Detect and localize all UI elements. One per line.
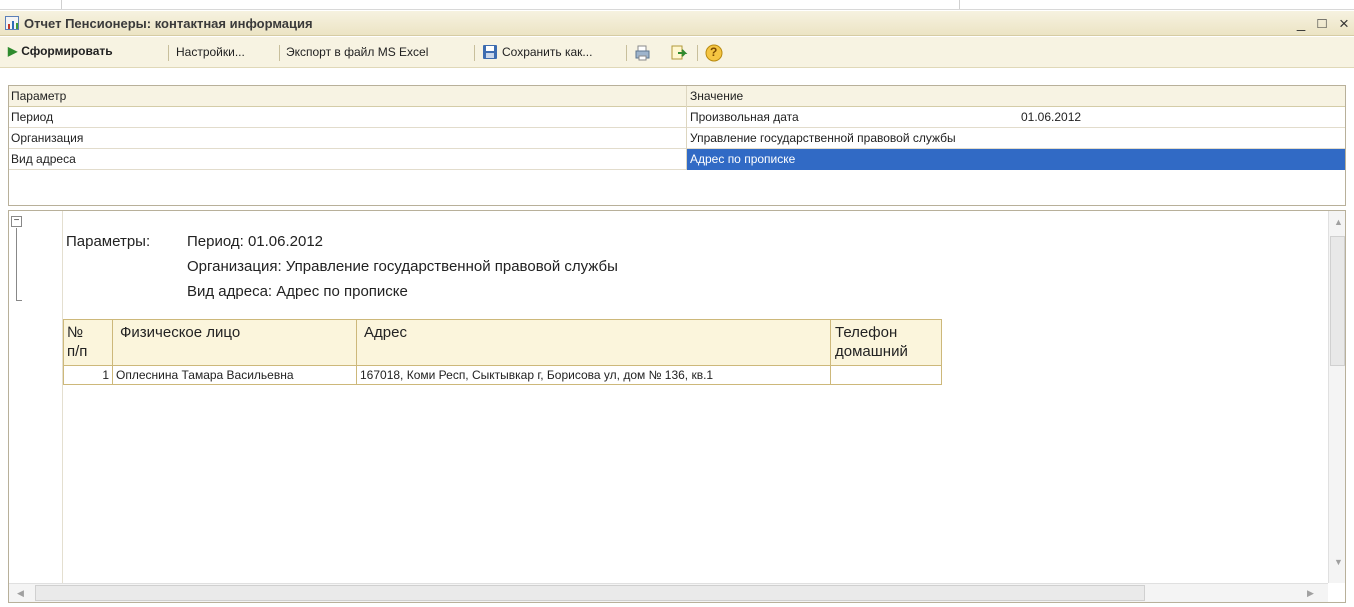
table-cell-num[interactable]: 1 xyxy=(63,366,113,385)
header-address: Адрес xyxy=(356,319,831,366)
export-icon[interactable] xyxy=(670,44,688,62)
help-icon[interactable]: ? xyxy=(705,44,723,62)
maximize-button[interactable]: □ xyxy=(1313,15,1331,33)
toolbar-separator xyxy=(279,45,280,61)
strip-cell xyxy=(0,0,62,9)
table-cell-address[interactable]: 167018, Коми Респ, Сыктывкар г, Борисова… xyxy=(356,366,831,385)
param-value[interactable]: Произвольная дата xyxy=(690,110,799,124)
report-output: − Параметры: Период: 01.06.2012 Организа… xyxy=(8,210,1346,603)
play-icon: ▶ xyxy=(8,44,18,58)
scroll-left-icon[interactable]: ◀ xyxy=(17,588,24,599)
header-phone: Телефон домашний xyxy=(830,319,942,366)
vertical-scroll-thumb[interactable] xyxy=(1330,236,1345,366)
horizontal-scroll-thumb[interactable] xyxy=(35,585,1145,601)
param-row-address-type[interactable]: Вид адреса Адрес по прописке xyxy=(9,149,1345,170)
toolbar-separator xyxy=(626,45,627,61)
toolbar: ▶ Сформировать Настройки... Экспорт в фай… xyxy=(0,37,1354,68)
report-icon xyxy=(5,16,19,30)
settings-button[interactable]: Настройки... xyxy=(176,45,245,59)
scroll-up-icon[interactable]: ▲ xyxy=(1334,217,1343,227)
table-cell-person[interactable]: Оплеснина Тамара Васильевна xyxy=(112,366,357,385)
horizontal-scrollbar[interactable]: ◀ ▶ xyxy=(9,583,1328,602)
export-excel-button[interactable]: Экспорт в файл MS Excel xyxy=(286,45,428,59)
run-label: Сформировать xyxy=(21,44,113,58)
window-titlebar: Отчет Пенсионеры: контактная информация … xyxy=(0,11,1354,36)
value-column-header: Значение xyxy=(690,89,744,103)
row-num: 1 xyxy=(102,368,109,382)
report-param-line: Период: 01.06.2012 xyxy=(187,233,324,250)
group-bracket xyxy=(16,228,22,301)
param-column-header: Параметр xyxy=(11,89,67,103)
header-person: Физическое лицо xyxy=(112,319,357,366)
strip-cell xyxy=(62,0,960,9)
header-person-label: Физическое лицо xyxy=(120,324,241,341)
row-address: 167018, Коми Респ, Сыктывкар г, Борисова… xyxy=(360,368,714,382)
param-name: Организация xyxy=(11,131,84,145)
row-person: Оплеснина Тамара Васильевна xyxy=(116,368,294,382)
window-title: Отчет Пенсионеры: контактная информация xyxy=(24,16,313,31)
param-row-organization[interactable]: Организация Управление государственной п… xyxy=(9,128,1345,149)
grouping-gutter: − xyxy=(9,211,63,583)
param-date-value[interactable]: 01.06.2012 xyxy=(1021,110,1081,124)
toolbar-separator xyxy=(474,45,475,61)
floppy-disk-icon[interactable] xyxy=(482,44,500,62)
column-separator xyxy=(686,107,687,128)
help-label: ? xyxy=(710,45,718,59)
param-name: Период xyxy=(11,110,54,124)
parameters-table: Параметр Значение Период Произвольная да… xyxy=(8,85,1346,206)
report-params-label: Параметры: xyxy=(66,233,151,250)
header-num-label: № п/п xyxy=(67,324,88,360)
scroll-right-icon[interactable]: ▶ xyxy=(1307,588,1314,599)
run-button[interactable]: ▶ Сформировать xyxy=(8,44,113,58)
printer-icon[interactable] xyxy=(634,44,652,62)
param-value[interactable]: Адрес по прописке xyxy=(690,152,795,166)
scroll-down-icon[interactable]: ▼ xyxy=(1334,557,1343,567)
header-phone-label: Телефон домашний xyxy=(835,324,908,360)
column-separator xyxy=(686,149,687,170)
toolbar-separator xyxy=(168,45,169,61)
param-name: Вид адреса xyxy=(11,152,76,166)
parameters-header-row: Параметр Значение xyxy=(9,86,1345,107)
column-separator xyxy=(686,128,687,149)
toolbar-separator xyxy=(697,45,698,61)
close-button[interactable]: × xyxy=(1335,15,1353,33)
minimize-button[interactable]: _ xyxy=(1292,15,1310,33)
column-separator xyxy=(686,86,687,107)
top-strip xyxy=(0,0,1354,10)
report-param-line: Организация: Управление государственной … xyxy=(187,258,618,275)
table-cell-phone[interactable] xyxy=(830,366,942,385)
collapse-icon[interactable]: − xyxy=(11,216,22,227)
save-as-button[interactable]: Сохранить как... xyxy=(502,45,592,59)
param-row-period[interactable]: Период Произвольная дата 01.06.2012 xyxy=(9,107,1345,128)
param-value[interactable]: Управление государственной правовой служ… xyxy=(690,131,956,145)
vertical-scrollbar[interactable]: ▲ ▼ xyxy=(1328,211,1345,583)
header-address-label: Адрес xyxy=(364,324,407,341)
header-num: № п/п xyxy=(63,319,113,366)
report-param-line: Вид адреса: Адрес по прописке xyxy=(187,283,408,300)
